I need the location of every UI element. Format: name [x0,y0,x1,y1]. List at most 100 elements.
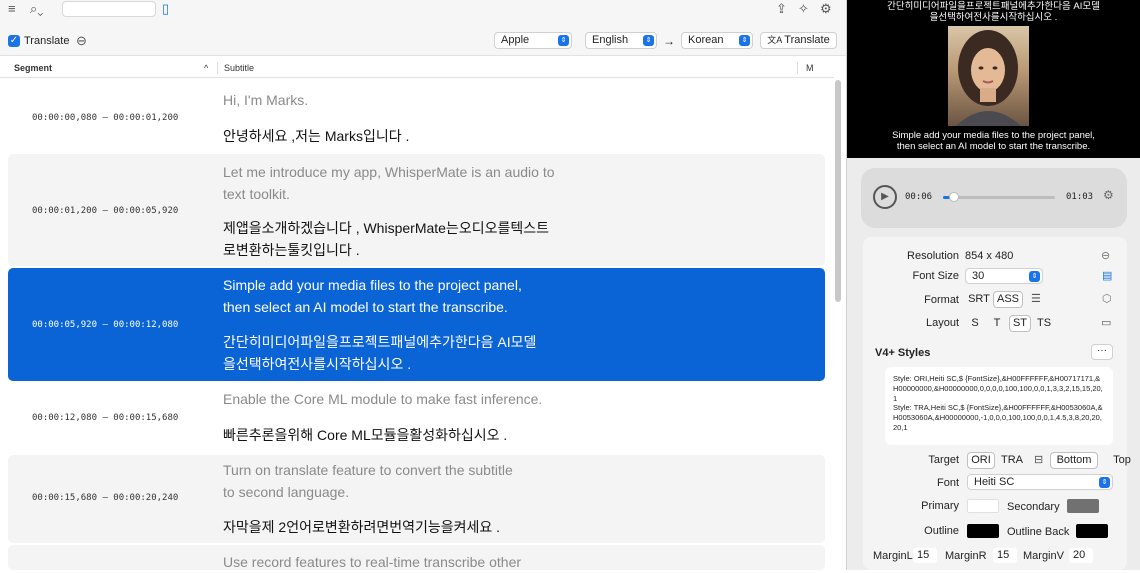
original-text[interactable]: Let me introduce my app, WhisperMate is … [223,161,583,205]
progress-knob[interactable] [949,192,960,202]
styles-title: V4+ Styles [875,347,931,359]
segment-time: 00:00:01,200 – 00:00:05,920 [32,206,179,216]
preview-translated-subtitle: 간단히미디어파일을프로젝트패널에추가한다음 AI모델 을선택하여전사를시작하십시오… [887,1,1100,23]
translate-checkbox[interactable]: ✓ [8,35,20,47]
table-row[interactable]: 00:00:12,080 – 00:00:15,680 Enable the C… [8,383,825,453]
media-player: ▶ 00:06 01:03 ⚙ [861,168,1127,228]
format-srt[interactable]: SRT [965,291,993,308]
target-language-select[interactable]: Korean ⇕ [681,32,753,49]
primary-color-swatch[interactable] [967,499,999,513]
chevron-updown-icon: ⇕ [739,35,750,46]
position-top[interactable]: Top [1100,452,1140,469]
table-row[interactable]: 00:00:00,080 – 00:00:01,200 Hi, I'm Mark… [8,80,825,152]
translated-text[interactable]: 제앱을소개하겠습니다 , WhisperMate는오디오를텍스트 로변환하는툴킷입… [223,217,583,261]
more-circle-icon[interactable]: ⊖ [1101,249,1110,262]
table-row[interactable]: 00:00:15,680 – 00:00:20,240 Turn on tran… [8,455,825,543]
share-icon[interactable]: ⇪ [776,1,787,17]
segment-time: 00:00:12,080 – 00:00:15,680 [32,413,179,423]
marginl-input[interactable]: 15 [913,548,937,563]
book-icon[interactable]: ▯ [162,1,169,17]
marginr-input[interactable]: 15 [993,548,1017,563]
subtitle-box-icon[interactable]: ▭ [1101,316,1111,329]
primary-label: Primary [921,500,959,512]
secondary-color-swatch[interactable] [1067,499,1099,513]
segment-time: 00:00:15,680 – 00:00:20,240 [32,493,179,503]
sidebar-toggle-icon[interactable]: ≡ [8,1,16,17]
translated-text[interactable]: 안녕하세요 ,저는 Marks입니다 . [223,125,583,147]
resolution-label: Resolution [907,250,959,262]
engine-select[interactable]: Apple ⇕ [494,32,572,49]
total-time: 01:03 [1066,192,1094,202]
original-text[interactable]: Enable the Core ML module to make fast i… [223,388,583,410]
scrollbar-thumb[interactable] [835,80,841,302]
preview-original-subtitle: Simple add your media files to the proje… [892,130,1095,152]
column-m[interactable]: M [806,63,814,73]
target-label: Target [928,454,959,466]
marginv-input[interactable]: 20 [1069,548,1093,563]
marginl-label: MarginL [873,550,913,562]
font-label: Font [936,477,959,489]
translated-text[interactable]: 간단히미디어파일을프로젝트패널에추가한다음 AI모델 을선택하여전사를시작하십시오… [223,331,583,375]
marginv-label: MarginV [1023,550,1064,562]
progress-track[interactable] [943,192,1055,202]
original-text[interactable]: Turn on translate feature to convert the… [223,459,583,503]
document-icon[interactable]: ▤ [1102,269,1112,282]
translate-checkbox-label: Translate [24,35,70,47]
gear-icon[interactable]: ⚙ [820,1,832,17]
resolution-value: 854 x 480 [965,250,1014,262]
source-language-select[interactable]: English ⇕ [585,32,657,49]
font-value: Heiti SC [974,476,1015,488]
styles-editor[interactable]: Style: ORI,Heiti SC,$ {FontSize},&H00FFF… [885,367,1113,445]
video-preview[interactable]: 간단히미디어파일을프로젝트패널에추가한다음 AI모델 을선택하여전사를시작하십시오… [847,0,1140,158]
translate-button-label: Translate [784,34,830,46]
original-text[interactable]: Simple add your media files to the proje… [223,274,583,318]
magic-wand-icon[interactable]: ✧ [798,1,809,17]
translated-text[interactable]: 빠른추론을위해 Core ML모듈을활성화하십시오 . [223,424,583,446]
layout-t[interactable]: T [987,315,1007,332]
segment-time: 00:00:05,920 – 00:00:12,080 [32,320,179,330]
outline-color-swatch[interactable] [967,524,999,538]
styles-more-button[interactable]: ··· [1091,344,1113,360]
source-language-value: English [592,34,629,46]
translate-button[interactable]: 文A Translate [760,32,837,49]
minus-circle-icon[interactable]: ⊖ [76,33,87,49]
layout-ts[interactable]: TS [1033,315,1055,332]
scrollbar[interactable] [834,80,842,570]
layout-st[interactable]: ST [1009,315,1031,332]
search-input[interactable] [62,1,156,17]
sliders-icon[interactable]: ☰ [1031,292,1041,305]
segment-time: 00:00:00,080 – 00:00:01,200 [32,113,179,123]
table-row[interactable]: 00:00:01,200 – 00:00:05,920 Let me intro… [8,154,825,266]
font-select[interactable]: Heiti SC ⇕ [967,474,1113,490]
translate-icon: 文A [767,35,785,45]
layers-icon[interactable]: ⊟ [1034,453,1043,466]
fontsize-select[interactable]: 30 ⇕ [965,268,1043,284]
arrow-right-icon: → [663,34,675,48]
column-subtitle[interactable]: Subtitle [224,63,254,73]
layout-s[interactable]: S [965,315,985,332]
target-tra[interactable]: TRA [997,452,1027,469]
outline-back-label: Outline Back [1007,526,1070,538]
column-segment[interactable]: Segment [14,63,52,73]
outline-label: Outline [924,525,959,537]
original-text[interactable]: Hi, I'm Marks. [223,89,583,111]
cube-icon[interactable]: ⬡ [1102,292,1112,305]
table-row-selected[interactable]: 00:00:05,920 – 00:00:12,080 Simple add y… [8,268,825,381]
gear-icon[interactable]: ⚙ [1103,188,1114,202]
play-icon[interactable]: ▶ [873,185,897,209]
position-bottom[interactable]: Bottom [1050,452,1098,469]
search-icon[interactable]: ⌕⌄ [30,1,43,17]
engine-value: Apple [501,34,530,46]
portrait-image [956,30,1021,126]
format-ass[interactable]: ASS [993,291,1023,308]
translated-text[interactable]: 자막을제 2언어로변환하려면번역기능을켜세요 . [223,516,583,538]
subtitle-editor: ≡ ⌕⌄ ▯ ⇪ ✧ ⚙ ✓ Translate ⊖ Apple ⇕ Englis… [0,0,846,570]
table-header: Segment ^ Subtitle M [0,58,834,78]
chevron-updown-icon: ⇕ [558,35,569,46]
target-ori[interactable]: ORI [967,452,995,469]
target-language-value: Korean [688,34,724,46]
chevron-updown-icon: ⇕ [1029,271,1040,282]
sort-ascending-icon[interactable]: ^ [204,63,208,73]
table-row[interactable]: Use record features to real-time transcr… [8,545,825,570]
outline-back-color-swatch[interactable] [1076,524,1108,538]
